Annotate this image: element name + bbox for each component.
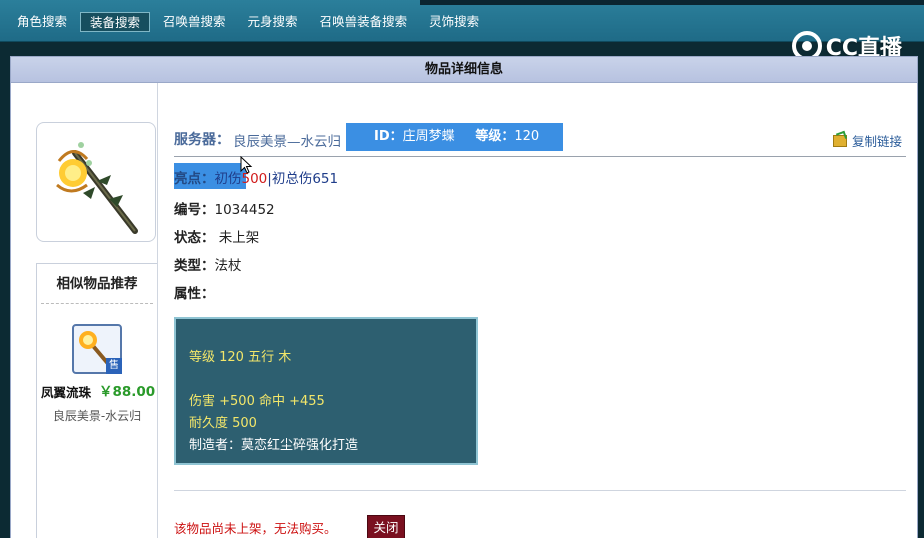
- prop-durability: 耐久度 500: [189, 416, 257, 431]
- status-value: 未上架: [218, 230, 260, 246]
- properties-label: 属性：: [174, 286, 215, 302]
- column-divider: [157, 83, 158, 538]
- panel-title: 物品详细信息: [11, 57, 917, 83]
- server-value: 良辰美景—水云归: [233, 134, 341, 150]
- staff-icon: [56, 142, 138, 234]
- prop-spacer: [189, 369, 476, 391]
- top-nav-bar: 角色搜索 装备搜索 召唤兽搜索 元身搜索 召唤兽装备搜索 灵饰搜索: [0, 0, 924, 42]
- similar-item-server: 良辰美景-水云归: [52, 409, 142, 423]
- nav-item-role-search[interactable]: 角色搜索: [8, 12, 76, 32]
- prop-damage-hit: 伤害 +500 命中 +455: [189, 394, 325, 409]
- id-value: 庄周梦蝶: [402, 129, 455, 144]
- type-label: 类型：: [174, 258, 215, 274]
- type-row: 类型：法杖: [174, 254, 242, 274]
- properties-box: 等级 120 五行 木 伤害 +500 命中 +455 耐久度 500 制造者：…: [174, 317, 478, 465]
- close-button[interactable]: 关闭: [367, 515, 405, 538]
- top-edge-strip: [420, 0, 924, 5]
- copy-folder-icon: [832, 134, 847, 147]
- level-label: 等级：: [475, 129, 515, 144]
- number-value: 1034452: [214, 202, 275, 218]
- nav-menu: 角色搜索 装备搜索 召唤兽搜索 元身搜索 召唤兽装备搜索 灵饰搜索: [8, 12, 492, 32]
- properties-row: 属性：: [174, 282, 215, 302]
- nav-item-equipment-search[interactable]: 装备搜索: [80, 12, 151, 32]
- similar-item-icon[interactable]: 售: [72, 324, 122, 374]
- highlight-label: 亮点：: [174, 171, 215, 187]
- nav-item-summon-search[interactable]: 召唤兽搜索: [154, 12, 235, 32]
- prop-maker: 制造者：莫恋红尘碎强化打造: [189, 438, 359, 453]
- highlight-prefix: 初伤: [214, 171, 242, 187]
- similar-item-price: ￥88.00: [99, 384, 156, 400]
- bottom-divider: [174, 490, 906, 491]
- item-detail-panel: 物品详细信息 相似物品推荐 售 凤翼流珠 ￥88.00 良辰美景-水云归 服务器…: [10, 56, 918, 538]
- sell-badge: 售: [106, 358, 122, 374]
- prop-level-element: 等级 120 五行 木: [189, 350, 292, 365]
- similar-item-name[interactable]: 凤翼流珠: [41, 382, 91, 401]
- highlight-row: 亮点：初伤500|初总伤651: [174, 163, 339, 189]
- item-thumbnail: [36, 122, 156, 242]
- not-listed-notice: 该物品尚未上架，无法购买。: [174, 521, 337, 536]
- highlight-total-damage: 初总伤651: [271, 171, 339, 187]
- server-row: 服务器： 良辰美景—水云归 ID：庄周梦蝶 等级：120 复制链接: [174, 123, 906, 157]
- status-label: 状态：: [174, 230, 215, 246]
- id-label: ID：: [374, 129, 403, 144]
- mouse-cursor-icon: [240, 156, 253, 174]
- copy-link[interactable]: 复制链接: [832, 131, 902, 150]
- similar-items-box: 相似物品推荐 售 凤翼流珠 ￥88.00 良辰美景-水云归: [36, 263, 158, 538]
- copy-link-label: 复制链接: [851, 134, 902, 149]
- level-value: 120: [514, 129, 540, 144]
- similar-items-title: 相似物品推荐: [41, 264, 153, 304]
- nav-item-lingshi-search[interactable]: 灵饰搜索: [420, 12, 488, 32]
- server-label: 服务器：: [174, 132, 230, 148]
- nav-item-yuanshen-search[interactable]: 元身搜索: [239, 12, 307, 32]
- number-row: 编号：1034452: [174, 198, 275, 218]
- status-row: 状态： 未上架: [174, 226, 259, 246]
- nav-item-summon-equip-search[interactable]: 召唤兽装备搜索: [311, 12, 417, 32]
- type-value: 法杖: [214, 258, 242, 274]
- number-label: 编号：: [174, 202, 215, 218]
- selected-id-level-text: ID：庄周梦蝶 等级：120: [346, 123, 563, 151]
